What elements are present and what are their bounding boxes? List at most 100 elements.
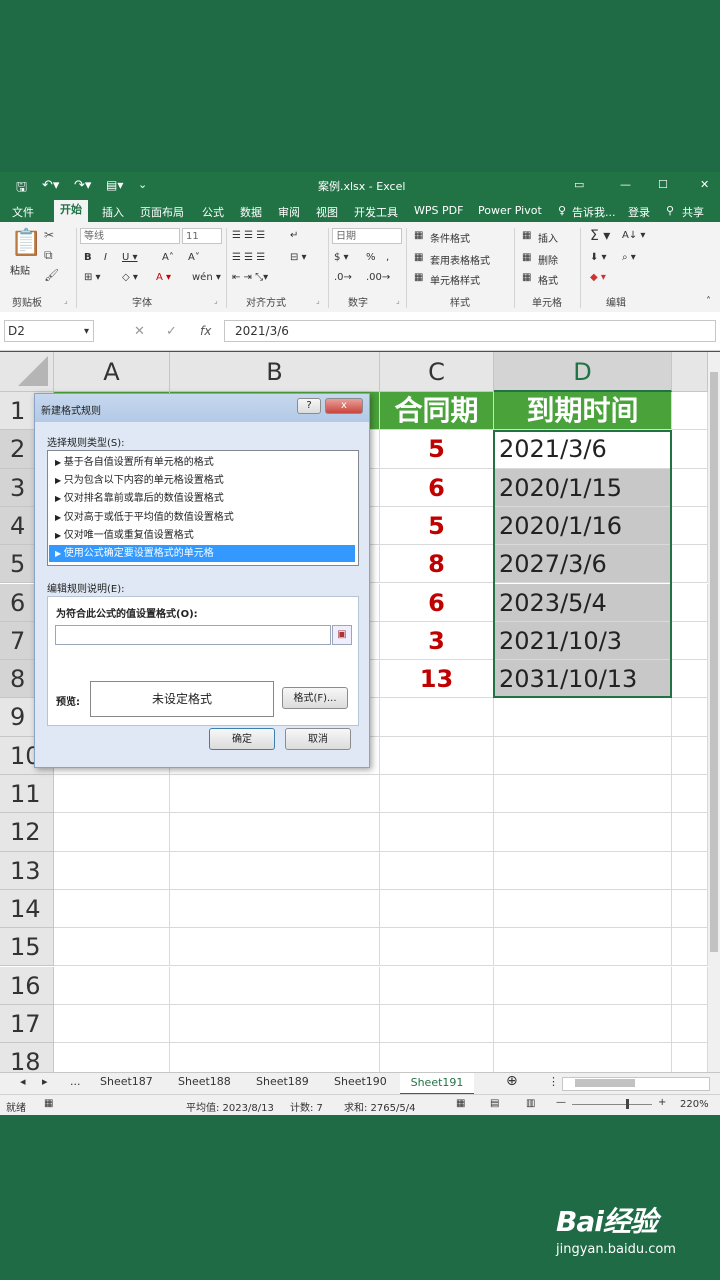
cell[interactable] xyxy=(494,813,672,852)
cell[interactable] xyxy=(494,775,672,814)
cell[interactable] xyxy=(494,698,672,737)
sheet-tab-187[interactable]: Sheet187 xyxy=(100,1075,153,1088)
cell[interactable] xyxy=(672,1043,708,1072)
sheet-tab-189[interactable]: Sheet189 xyxy=(256,1075,309,1088)
cell[interactable] xyxy=(170,1043,380,1072)
cell[interactable] xyxy=(380,966,494,1005)
contract-period-cell[interactable]: 13 xyxy=(380,660,494,699)
vertical-scroll-thumb[interactable] xyxy=(710,372,718,952)
row-header-18[interactable]: 18 xyxy=(0,1043,54,1072)
zoom-level[interactable]: 220% xyxy=(680,1099,709,1110)
find-icon[interactable]: ⌕ ▾ xyxy=(622,252,636,263)
share-button[interactable]: 共享 xyxy=(682,204,704,220)
alignment-launcher-icon[interactable]: ⌟ xyxy=(316,296,320,305)
align-icons[interactable]: ☰ ☰ ☰ xyxy=(232,252,265,263)
insert-function-icon[interactable]: fx xyxy=(200,324,211,338)
cut-icon[interactable]: ✂ xyxy=(44,228,54,242)
cell[interactable] xyxy=(170,889,380,929)
tab-insert[interactable]: 插入 xyxy=(102,204,124,220)
tab-formulas[interactable]: 公式 xyxy=(202,204,224,220)
font-name-select[interactable]: 等线 xyxy=(80,228,180,244)
cell[interactable] xyxy=(672,966,708,1005)
cell[interactable] xyxy=(54,889,170,929)
contract-period-cell[interactable]: 5 xyxy=(380,430,494,469)
cell-styles-button[interactable]: 单元格样式 xyxy=(430,272,480,287)
cell[interactable] xyxy=(494,889,672,929)
close-icon[interactable]: ✕ xyxy=(700,178,709,191)
rule-type-item[interactable]: ▶ 只为包含以下内容的单元格设置格式 xyxy=(49,472,355,489)
prev-sheet-icon[interactable]: ◂ xyxy=(20,1075,26,1088)
cell[interactable] xyxy=(672,583,708,622)
formula-input[interactable]: 2021/3/6 xyxy=(224,320,716,342)
cell[interactable] xyxy=(494,851,672,890)
percent-icon[interactable]: % xyxy=(366,252,376,263)
undo-icon[interactable]: ↶▾ xyxy=(42,178,59,193)
customize-qat-icon[interactable]: ⌄ xyxy=(138,178,147,191)
format-button[interactable]: 格式(F)... xyxy=(282,687,348,709)
format-cells-button[interactable]: 格式 xyxy=(538,272,558,287)
cell[interactable] xyxy=(672,775,708,814)
cell[interactable] xyxy=(494,1043,672,1072)
cell[interactable] xyxy=(170,928,380,967)
wrap-text-icon[interactable]: ↵ xyxy=(290,230,298,241)
collapse-range-icon[interactable]: ▣ xyxy=(332,625,352,645)
font-launcher-icon[interactable]: ⌟ xyxy=(214,296,218,305)
cell[interactable] xyxy=(672,851,708,890)
header-cell-c[interactable]: 合同期 xyxy=(380,392,494,431)
header-cell-d[interactable]: 到期时间 xyxy=(494,392,672,431)
cell[interactable] xyxy=(54,775,170,814)
zoom-out-icon[interactable]: — xyxy=(556,1097,566,1108)
cell[interactable] xyxy=(672,545,708,584)
cell[interactable] xyxy=(494,736,672,775)
cell[interactable] xyxy=(380,889,494,929)
column-header-e[interactable] xyxy=(672,352,708,392)
tell-me-box[interactable]: 告诉我... xyxy=(572,204,616,220)
italic-icon[interactable]: I xyxy=(104,252,107,263)
rule-type-item[interactable]: ▶ 基于各自值设置所有单元格的格式 xyxy=(49,454,355,471)
cell[interactable] xyxy=(170,813,380,852)
cell[interactable] xyxy=(672,736,708,775)
cell[interactable] xyxy=(170,851,380,890)
font-size-select[interactable]: 11 xyxy=(182,228,222,244)
tab-developer[interactable]: 开发工具 xyxy=(354,204,398,220)
cell[interactable] xyxy=(170,1004,380,1044)
cell[interactable] xyxy=(54,813,170,852)
sort-filter-icon[interactable]: A↓ ▾ xyxy=(622,230,645,241)
horizontal-scroll-thumb[interactable] xyxy=(575,1079,635,1087)
column-header-d[interactable]: D xyxy=(494,352,672,392)
cell[interactable] xyxy=(672,621,708,661)
confirm-entry-icon[interactable]: ✓ xyxy=(166,324,177,339)
format-painter-icon[interactable]: 🖌 xyxy=(44,268,59,282)
page-break-view-icon[interactable]: ▥ xyxy=(526,1098,535,1109)
ok-button[interactable]: 确定 xyxy=(209,728,275,750)
fill-color-icon[interactable]: ◇ ▾ xyxy=(122,272,138,283)
minimize-icon[interactable]: — xyxy=(620,178,631,191)
cell[interactable] xyxy=(672,506,708,546)
horizontal-scrollbar[interactable] xyxy=(562,1077,710,1091)
clear-icon[interactable]: ◆ ▾ xyxy=(590,272,606,283)
zoom-slider-thumb[interactable] xyxy=(626,1099,629,1109)
cell[interactable] xyxy=(672,468,708,507)
normal-view-icon[interactable]: ▦ xyxy=(456,1098,465,1109)
cell[interactable] xyxy=(380,698,494,737)
cancel-button[interactable]: 取消 xyxy=(285,728,351,750)
sheet-tab-188[interactable]: Sheet188 xyxy=(178,1075,231,1088)
zoom-slider[interactable] xyxy=(572,1099,652,1109)
cell[interactable] xyxy=(380,1004,494,1044)
cell[interactable] xyxy=(380,775,494,814)
bold-icon[interactable]: B xyxy=(84,252,92,263)
indent-icons[interactable]: ⇤ ⇥ ⤡▾ xyxy=(232,272,268,283)
cell[interactable] xyxy=(672,392,708,431)
rule-type-list[interactable]: ▶ 基于各自值设置所有单元格的格式 ▶ 只为包含以下内容的单元格设置格式 ▶ 仅对排… xyxy=(47,450,359,566)
fill-icon[interactable]: ⬇ ▾ xyxy=(590,252,607,263)
cell[interactable] xyxy=(494,966,672,1005)
cell[interactable] xyxy=(54,1004,170,1044)
grow-font-icon[interactable]: A˄ xyxy=(162,252,174,263)
cell[interactable] xyxy=(494,928,672,967)
dialog-close-button[interactable]: x xyxy=(325,398,363,414)
cell[interactable] xyxy=(54,851,170,890)
zoom-in-icon[interactable]: + xyxy=(658,1097,666,1108)
rule-type-item[interactable]: ▶ 仅对排名靠前或靠后的数值设置格式 xyxy=(49,490,355,507)
macro-record-icon[interactable]: ▦ xyxy=(44,1098,53,1109)
paste-label[interactable]: 粘贴 xyxy=(10,262,30,277)
